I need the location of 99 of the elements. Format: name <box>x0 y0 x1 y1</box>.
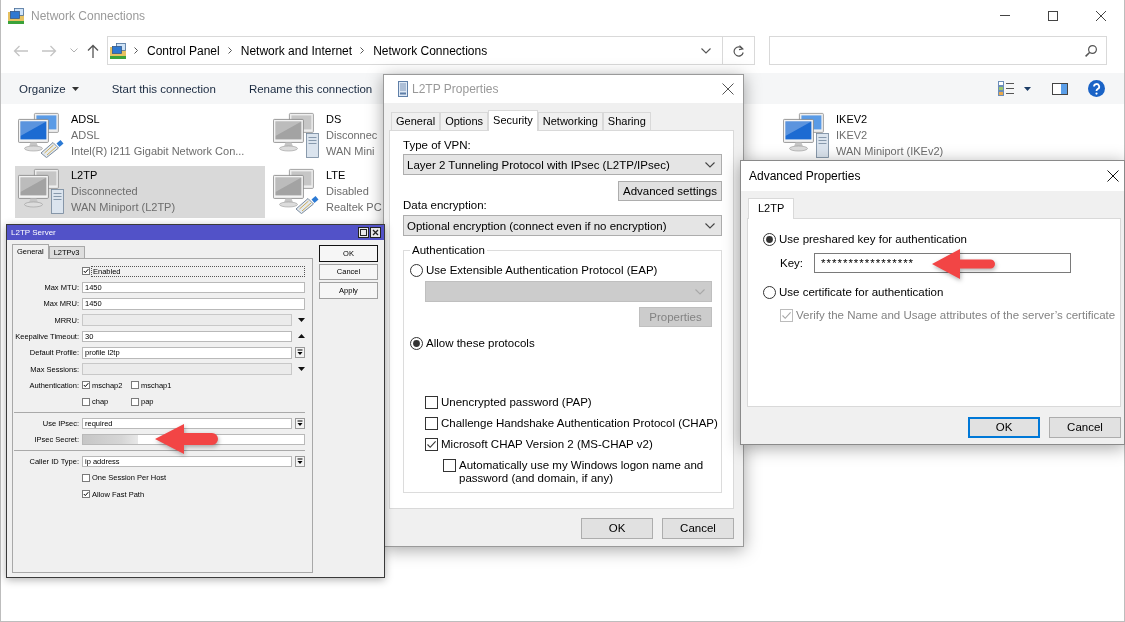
close-icon[interactable] <box>370 227 381 238</box>
close-icon[interactable] <box>1107 170 1119 182</box>
checkbox-label: Microsoft CHAP Version 2 (MS-CHAP v2) <box>441 438 653 450</box>
checkbox-label: Challenge Handshake Authentication Protocol (CHAP) <box>441 417 718 429</box>
preview-pane-icon[interactable] <box>1052 82 1068 95</box>
device-name: Intel(R) I211 Gigabit Network Con... <box>71 144 245 159</box>
device-name: WAN Miniport (L2TP) <box>71 200 176 215</box>
tab[interactable]: Options <box>440 112 489 130</box>
option-label: Allow these protocols <box>426 337 535 349</box>
dialog-title: L2TP Properties <box>412 82 499 96</box>
field-label: Data encryption: <box>403 198 487 212</box>
maximize-icon[interactable] <box>1048 10 1058 21</box>
radio-button[interactable] <box>410 336 423 350</box>
connection-name: L2TP <box>71 168 99 183</box>
connection-name: IKEV2 <box>836 112 869 127</box>
field-label: Type of VPN: <box>403 138 471 152</box>
caret-down-icon[interactable] <box>1024 86 1031 91</box>
caret-down-icon[interactable] <box>71 86 79 91</box>
connection-status: Disconnected <box>71 184 139 199</box>
connection-status: ADSL <box>71 128 101 143</box>
connection-item[interactable]: LTE Disabled Realtek PC <box>270 166 382 218</box>
radio-button[interactable] <box>763 232 776 246</box>
connection-name: LTE <box>326 168 347 183</box>
close-icon[interactable] <box>1096 10 1106 21</box>
annotation-arrow <box>932 249 995 279</box>
checkbox[interactable] <box>131 381 139 390</box>
checkbox-label: Verify the Name and Usage attributes of the server’s certificate <box>796 309 1116 321</box>
connection-item[interactable]: IKEV2 IKEV2 WAN Miniport (IKEv2) <box>780 110 944 162</box>
connection-status: Disabled <box>326 184 370 199</box>
dialog-title: Advanced Properties <box>749 169 861 183</box>
search-icon[interactable] <box>1085 44 1097 57</box>
breadcrumb[interactable]: Network Connections <box>373 43 488 58</box>
checkbox-label: Unencrypted password (PAP) <box>441 396 592 408</box>
window-title: L2TP Server <box>11 228 56 237</box>
tab[interactable]: General <box>391 112 441 130</box>
group-label: Authentication <box>411 243 486 257</box>
connection-name: ADSL <box>71 112 101 127</box>
up-arrow-icon[interactable] <box>298 334 305 339</box>
chevron-right-icon[interactable] <box>227 47 232 54</box>
field-label: Key: <box>780 257 804 269</box>
search-field[interactable] <box>769 36 1107 65</box>
encryption-dropdown[interactable]: Optional encryption (connect even if no encryption) <box>403 215 722 236</box>
checkbox[interactable] <box>443 459 456 472</box>
close-icon[interactable] <box>722 83 734 95</box>
chevron-down-icon[interactable] <box>705 161 715 168</box>
device-name: WAN Mini <box>326 144 376 159</box>
dialog-button[interactable]: Cancel <box>662 518 734 539</box>
checkbox[interactable] <box>425 395 438 409</box>
tab[interactable]: Sharing <box>602 112 651 130</box>
tab[interactable]: L2TP <box>748 198 795 219</box>
window-title: Network Connections <box>31 8 146 23</box>
address-bar[interactable]: Control Panel Network and Internet Network Connections <box>107 36 755 65</box>
checkbox[interactable] <box>82 397 90 406</box>
breadcrumb[interactable]: Network and Internet <box>240 43 353 58</box>
breadcrumb[interactable]: Control Panel <box>147 43 220 58</box>
checkbox[interactable] <box>82 267 90 276</box>
checkbox-label: Automatically use my Windows logon name and password (and domain, if any) <box>459 459 704 485</box>
chevron-down-icon[interactable] <box>705 222 715 229</box>
help-icon[interactable] <box>1088 80 1105 97</box>
option-label: Use preshared key for authentication <box>779 233 967 245</box>
vpn-type-dropdown[interactable]: Layer 2 Tunneling Protocol with IPsec (L2TP/IPsec) <box>403 154 722 175</box>
device-name: Realtek PC <box>326 200 382 215</box>
toolbar-button[interactable]: Organize <box>19 82 79 95</box>
dialog-button[interactable]: OK <box>968 417 1040 438</box>
toolbar-button[interactable]: Rename this connection <box>248 82 373 95</box>
tab[interactable]: Security <box>488 110 538 131</box>
toolbar-button[interactable]: Start this connection <box>111 82 216 95</box>
maximize-icon[interactable] <box>358 227 369 238</box>
option-label: Use Extensible Authentication Protocol (EAP) <box>426 264 658 276</box>
radio-button[interactable] <box>410 263 423 277</box>
checkbox[interactable] <box>82 381 90 390</box>
details-view-icon[interactable] <box>998 81 1014 96</box>
checkbox[interactable] <box>425 416 438 430</box>
connection-item[interactable]: ADSL ADSL Intel(R) I211 Gigabit Network Con... <box>15 110 245 162</box>
chevron-down-icon[interactable] <box>701 47 711 54</box>
connection-status: IKEV2 <box>836 128 869 143</box>
redacted-value <box>83 435 138 445</box>
network-folder-icon <box>8 7 24 24</box>
dialog-button[interactable]: OK <box>581 518 653 539</box>
annotation-arrow <box>155 424 218 454</box>
option-label: Use certificate for authentication <box>779 286 944 298</box>
checkbox[interactable] <box>425 437 438 451</box>
checkbox[interactable] <box>82 473 90 482</box>
refresh-icon[interactable] <box>733 44 744 57</box>
checkbox[interactable] <box>82 490 90 498</box>
chevron-right-icon[interactable] <box>360 47 365 54</box>
radio-button[interactable] <box>763 285 776 299</box>
dialog-button[interactable]: Cancel <box>1049 417 1121 438</box>
checkbox[interactable] <box>131 397 139 406</box>
connection-item[interactable]: DS Disconnec WAN Mini <box>270 110 378 162</box>
chevron-right-icon[interactable] <box>134 47 138 54</box>
device-name: WAN Miniport (IKEv2) <box>836 144 944 159</box>
network-folder-icon <box>110 42 126 59</box>
server-icon <box>398 81 408 97</box>
connection-name: DS <box>326 112 343 127</box>
connection-status: Disconnec <box>326 128 378 143</box>
tab[interactable]: Networking <box>537 112 603 130</box>
connection-item[interactable]: L2TP Disconnected WAN Miniport (L2TP) <box>15 166 265 218</box>
advanced-settings-button[interactable]: Advanced settings <box>618 181 722 201</box>
